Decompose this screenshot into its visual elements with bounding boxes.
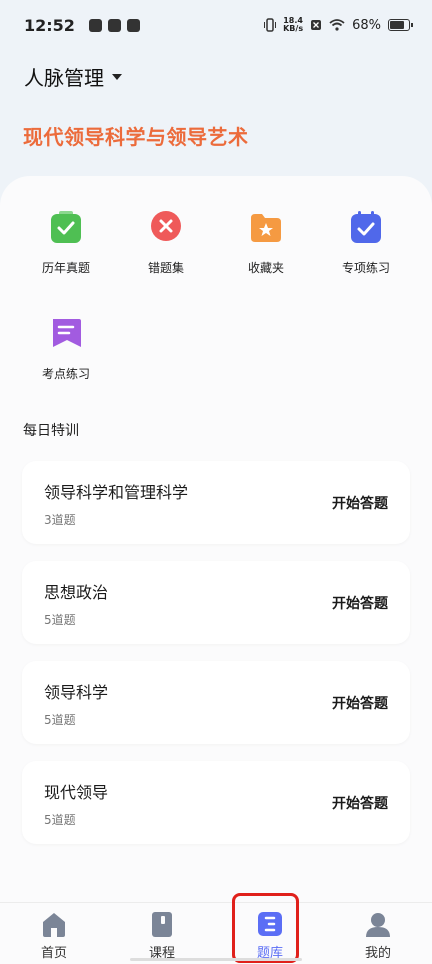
tool-wrong-questions[interactable]: 错题集 bbox=[116, 210, 216, 276]
caret-down-icon bbox=[112, 73, 122, 80]
daily-card[interactable]: 现代领导 5道题 开始答题 bbox=[22, 761, 410, 844]
question-count: 5道题 bbox=[44, 713, 76, 727]
vibrate-icon bbox=[264, 18, 277, 32]
topic-name: 现代领导 bbox=[44, 783, 109, 802]
tool-favorites[interactable]: 收藏夹 bbox=[216, 210, 316, 276]
question-count: 5道题 bbox=[44, 613, 76, 627]
clipboard-check-icon bbox=[49, 210, 83, 244]
daily-card[interactable]: 领导科学 5道题 开始答题 bbox=[22, 661, 410, 744]
mail-notification-icon bbox=[126, 18, 140, 32]
home-indicator bbox=[130, 958, 302, 961]
tool-label: 错题集 bbox=[147, 261, 184, 275]
home-icon bbox=[41, 911, 67, 937]
start-answering-button[interactable]: 开始答题 bbox=[332, 793, 388, 813]
battery-icon bbox=[388, 19, 413, 31]
book-icon bbox=[149, 911, 175, 937]
group-selector[interactable]: 人脉管理 bbox=[24, 62, 122, 91]
bookmark-doc-icon bbox=[49, 316, 83, 350]
question-count: 5道题 bbox=[44, 813, 76, 827]
tab-courses[interactable]: 课程 bbox=[122, 911, 202, 961]
tool-past-exams[interactable]: 历年真题 bbox=[16, 210, 116, 276]
folder-star-icon bbox=[249, 210, 283, 244]
tab-profile[interactable]: 我的 bbox=[338, 911, 418, 961]
daily-card[interactable]: 思想政治 5道题 开始答题 bbox=[22, 561, 410, 644]
battery-percent: 68% bbox=[352, 17, 381, 33]
topic-name: 思想政治 bbox=[44, 583, 109, 602]
start-answering-button[interactable]: 开始答题 bbox=[332, 493, 388, 513]
app-notification-icon bbox=[88, 18, 102, 32]
play-notification-icon bbox=[107, 18, 121, 32]
profile-icon bbox=[365, 911, 391, 937]
wifi-icon bbox=[329, 19, 345, 31]
calendar-check-icon bbox=[349, 210, 383, 244]
net-speed: 18.4 KB/s bbox=[283, 17, 303, 33]
subject-title: 现代领导科学与领导艺术 bbox=[23, 125, 249, 149]
no-sim-icon bbox=[311, 20, 322, 30]
tool-label: 考点练习 bbox=[41, 367, 90, 381]
question-count: 3道题 bbox=[44, 513, 76, 527]
start-answering-button[interactable]: 开始答题 bbox=[332, 593, 388, 613]
tool-label: 收藏夹 bbox=[247, 261, 284, 275]
daily-card[interactable]: 领导科学和管理科学 3道题 开始答题 bbox=[22, 461, 410, 544]
bottom-tab-bar: 首页 课程 题库 我的 bbox=[0, 902, 432, 964]
topic-name: 领导科学 bbox=[44, 683, 109, 702]
status-bar: 12:52 18.4 KB/s 68% bbox=[0, 0, 432, 50]
wrong-x-icon bbox=[149, 210, 183, 244]
notification-icons bbox=[83, 18, 140, 32]
tool-special-practice[interactable]: 专项练习 bbox=[316, 210, 416, 276]
topic-name: 领导科学和管理科学 bbox=[44, 483, 189, 502]
tool-label: 专项练习 bbox=[341, 261, 390, 275]
tool-key-points[interactable]: 考点练习 bbox=[16, 316, 116, 382]
tab-home[interactable]: 首页 bbox=[14, 911, 94, 961]
start-answering-button[interactable]: 开始答题 bbox=[332, 693, 388, 713]
tab-label: 我的 bbox=[364, 946, 391, 961]
active-tab-highlight bbox=[232, 893, 299, 963]
net-speed-unit: KB/s bbox=[283, 24, 304, 33]
page-title: 人脉管理 bbox=[24, 66, 104, 90]
daily-training-title: 每日特训 bbox=[23, 423, 79, 439]
tool-label: 历年真题 bbox=[41, 261, 90, 275]
tab-label: 首页 bbox=[40, 946, 67, 961]
status-time: 12:52 bbox=[24, 15, 75, 35]
